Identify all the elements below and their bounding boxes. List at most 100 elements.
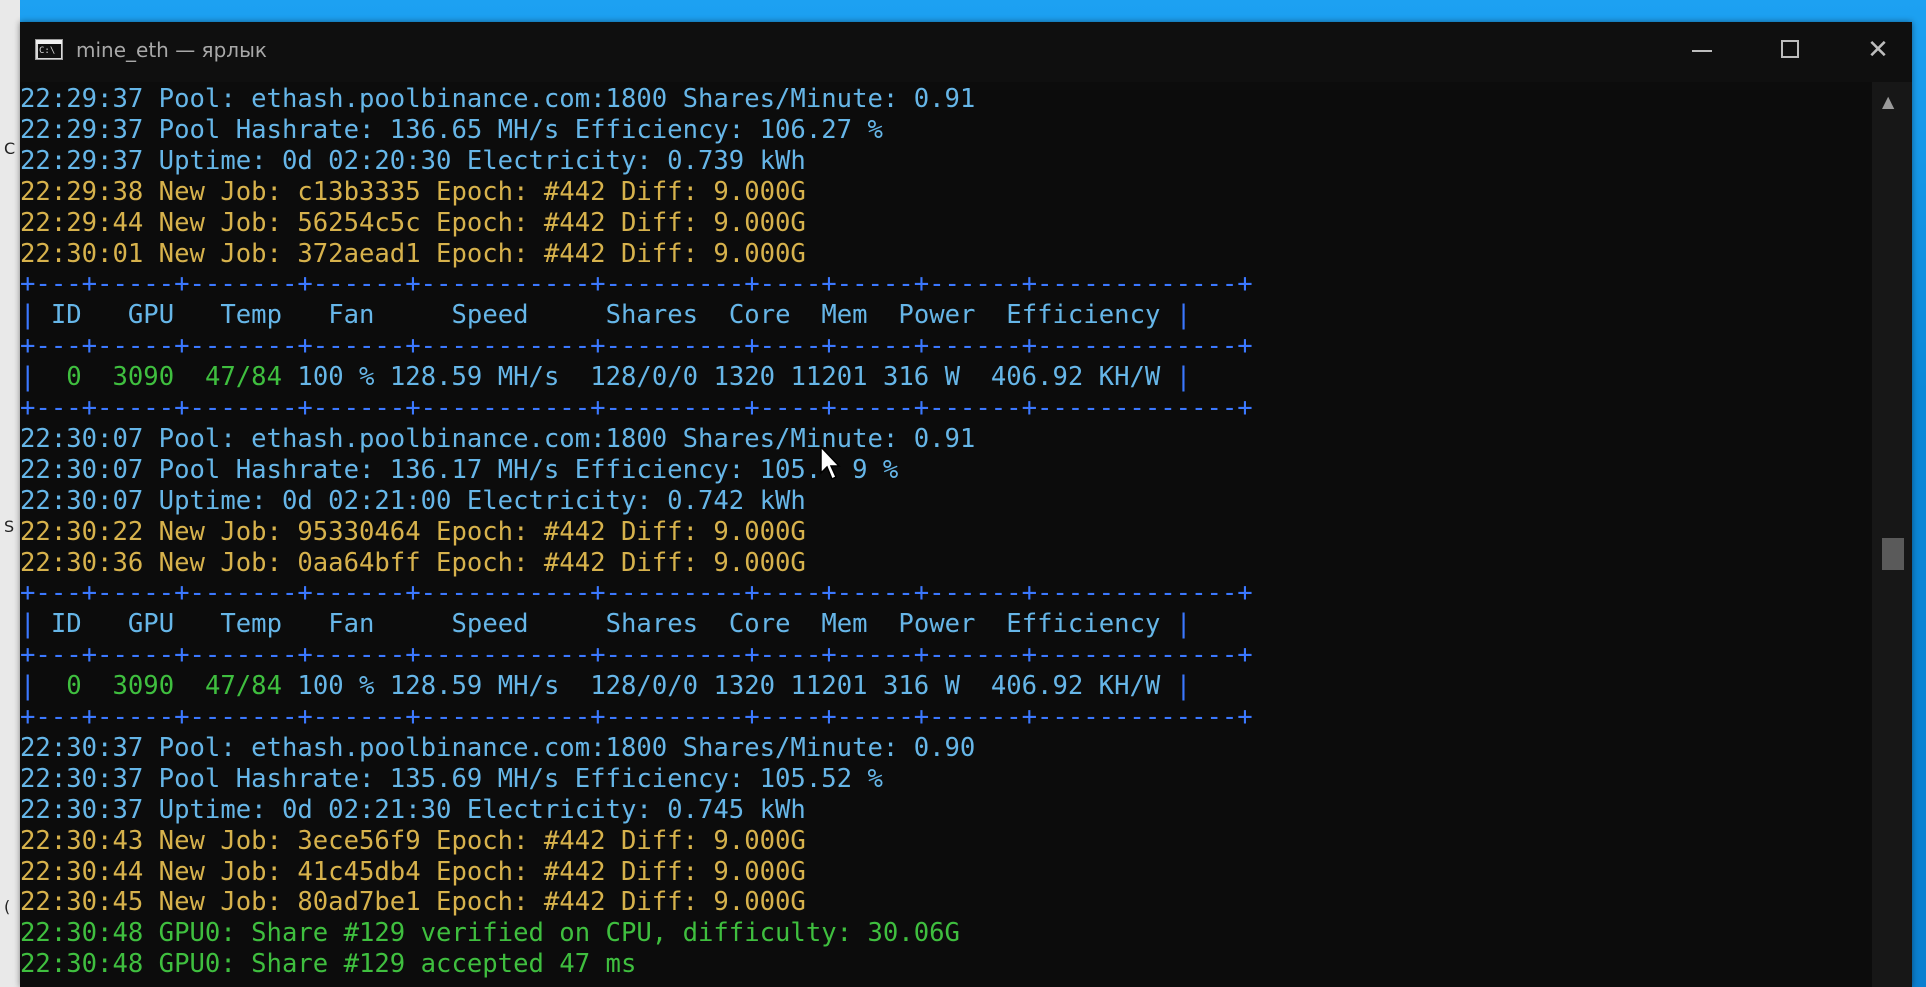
close-icon: ✕ [1867, 35, 1889, 65]
table-border: | [1160, 671, 1192, 702]
gpu-id-cell: 0 [66, 362, 82, 393]
scroll-up-arrow-icon[interactable]: ▲ [1882, 92, 1894, 111]
log-line-pool: 22:29:37 Pool: ethash.poolbinance.com:18… [20, 84, 976, 114]
table-header-cell: Core [728, 609, 791, 640]
gpu-id-cell: 0 [66, 671, 82, 702]
log-line-job: 22:29:44 New Job: 56254c5c Epoch: #442 D… [20, 207, 806, 238]
console-app-icon[interactable]: C:\ [35, 39, 63, 60]
table-data-row: | 0 3090 47/84 100 % 128.59 MH/s 128/0/0… [20, 671, 1191, 702]
table-header-row: | ID GPU Temp Fan Speed Shares Core Mem … [20, 609, 1191, 640]
table-separator: +---+-----+-------+------+-----------+--… [20, 331, 1253, 362]
maximize-icon [1781, 39, 1799, 58]
table-header-cell: Efficiency [1006, 300, 1161, 331]
table-border: | [1175, 609, 1192, 640]
table-header-cell: ID [50, 609, 82, 640]
title-bar[interactable]: C:\ mine_eth — ярлык ✕ [20, 22, 1912, 82]
table-header-cell: Speed [451, 609, 529, 640]
log-line-pool: 22:30:37 Pool Hashrate: 135.69 MH/s Effi… [20, 763, 883, 794]
table-header-cell: Speed [451, 300, 529, 331]
table-header-cell: Mem [821, 609, 868, 640]
temp-cell: 47/84 [204, 671, 282, 702]
table-border: | [1160, 362, 1192, 393]
table-border: | [20, 671, 67, 702]
edge-char: ( [4, 897, 11, 916]
log-line-job: 22:29:38 New Job: c13b3335 Epoch: #442 D… [20, 176, 806, 207]
maximize-button[interactable] [1746, 22, 1834, 82]
close-button[interactable]: ✕ [1834, 22, 1922, 82]
table-header-cell: Efficiency [1006, 609, 1161, 640]
gpu-model-cell: 3090 [112, 671, 175, 702]
table-data-row: | 0 3090 47/84 100 % 128.59 MH/s 128/0/0… [20, 362, 1191, 393]
log-line-pool: 22:30:37 Uptime: 0d 02:21:30 Electricity… [20, 794, 806, 825]
table-border: | [1175, 300, 1192, 331]
table-header-cell: Fan [328, 300, 375, 331]
window-title: mine_eth — ярлык [76, 38, 267, 62]
log-line-job: 22:30:43 New Job: 3ece56f9 Epoch: #442 D… [20, 825, 806, 856]
log-line-job: 22:30:01 New Job: 372aead1 Epoch: #442 D… [20, 238, 806, 269]
table-header-cell: Temp [220, 300, 282, 331]
table-header-cell: Mem [821, 300, 868, 331]
table-separator: +---+-----+-------+------+-----------+--… [20, 269, 1253, 300]
table-header-cell: Core [728, 300, 791, 331]
scrollbar-thumb[interactable] [1882, 538, 1904, 570]
minimize-button[interactable] [1658, 22, 1746, 82]
table-separator: +---+-----+-------+------+-----------+--… [20, 640, 1253, 671]
background-window-edge: C S ( [0, 0, 20, 987]
table-header-cell: GPU [127, 609, 175, 640]
log-line-job: 22:30:22 New Job: 95330464 Epoch: #442 D… [20, 516, 806, 547]
mouse-pointer-icon [820, 446, 841, 481]
table-header-cell: Shares [605, 609, 699, 640]
table-border: | [20, 300, 51, 331]
table-separator: +---+-----+-------+------+-----------+--… [20, 578, 1253, 609]
console-window: C:\ mine_eth — ярлык ✕ 22:29:37 Pool: et… [20, 22, 1912, 987]
log-line-share: 22:30:48 GPU0: Share #129 verified on CP… [20, 918, 960, 949]
vertical-scrollbar[interactable]: ▲ [1872, 82, 1912, 987]
temp-cell: 47/84 [204, 362, 282, 393]
log-line-job: 22:30:45 New Job: 80ad7be1 Epoch: #442 D… [20, 887, 806, 918]
table-header-cell: Fan [328, 609, 375, 640]
table-header-cell: ID [50, 300, 82, 331]
gpu-model-cell: 3090 [112, 362, 175, 393]
log-line-job: 22:30:36 New Job: 0aa64bff Epoch: #442 D… [20, 547, 806, 578]
table-header-cell: GPU [127, 300, 175, 331]
table-separator: +---+-----+-------+------+-----------+--… [20, 393, 1253, 423]
edge-char: S [4, 517, 15, 536]
log-line-pool: 22:30:07 Uptime: 0d 02:21:00 Electricity… [20, 485, 806, 516]
table-separator: +---+-----+-------+------+-----------+--… [20, 702, 1253, 732]
table-border: | [20, 362, 67, 393]
stats-cells: 100 % 128.59 MH/s 128/0/0 1320 11201 316… [297, 362, 1161, 393]
log-line-share: 22:30:48 GPU0: Share #129 accepted 47 ms [20, 949, 637, 980]
minimize-icon [1692, 49, 1712, 52]
log-line-pool: 22:29:37 Uptime: 0d 02:20:30 Electricity… [20, 145, 806, 176]
console-output[interactable]: 22:29:37 Pool: ethash.poolbinance.com:18… [20, 82, 1872, 987]
log-line-pool: 22:29:37 Pool Hashrate: 136.65 MH/s Effi… [20, 114, 883, 145]
edge-char: C [4, 139, 16, 158]
stats-cells: 100 % 128.59 MH/s 128/0/0 1320 11201 316… [297, 671, 1161, 702]
table-header-cell: Power [898, 609, 976, 640]
